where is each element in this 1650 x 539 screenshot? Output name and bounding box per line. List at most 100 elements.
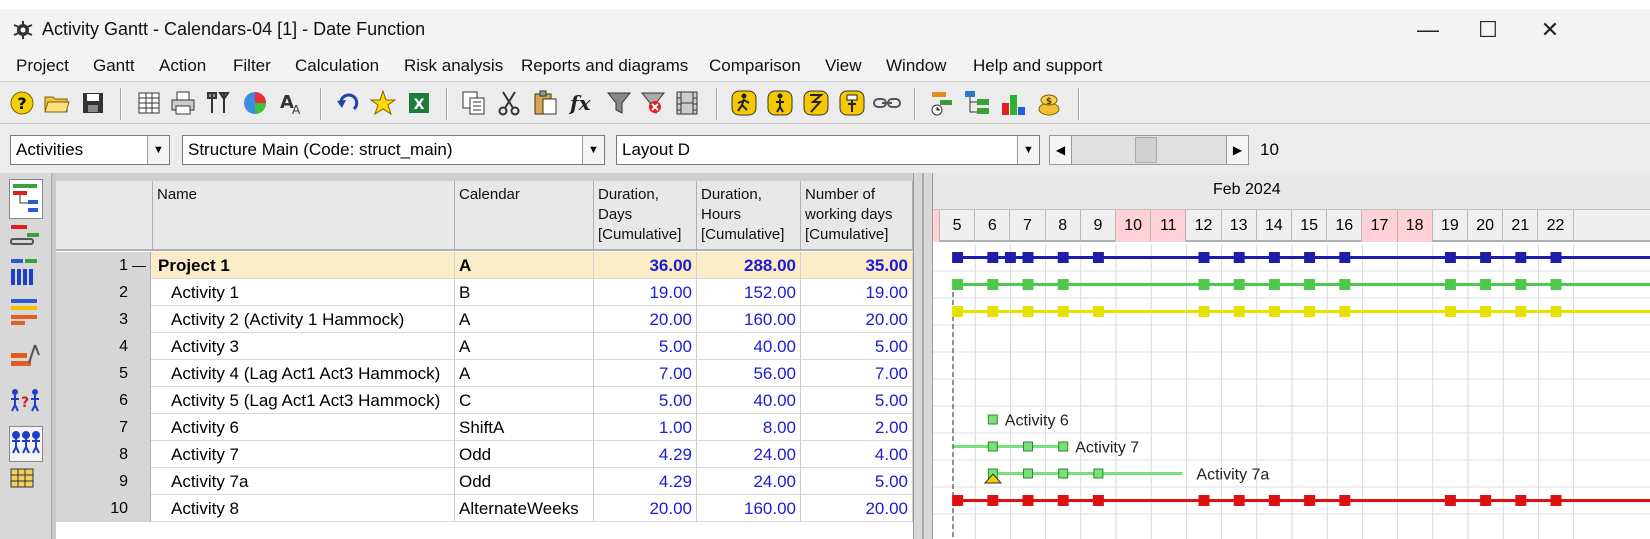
name-header[interactable]: Name <box>153 181 455 251</box>
chart-button[interactable] <box>240 88 270 118</box>
row-number[interactable]: 5 <box>56 360 151 387</box>
calendar-cell[interactable]: A <box>455 333 594 360</box>
close-button[interactable]: ✕ <box>1520 9 1580 51</box>
paste-button[interactable] <box>530 88 560 118</box>
resource-button[interactable] <box>9 257 43 287</box>
calendar-cell[interactable]: B <box>455 279 594 306</box>
duration-hours-cell[interactable]: 8.00 <box>697 414 801 441</box>
duration-days-cell[interactable]: 36.00 <box>594 252 697 279</box>
structure-button[interactable] <box>9 343 43 373</box>
name-cell[interactable]: Activity 7 <box>153 441 455 468</box>
open-button[interactable] <box>42 88 72 118</box>
menu-gantt[interactable]: Gantt <box>93 56 135 76</box>
bar-chart-button[interactable] <box>998 88 1028 118</box>
table-row[interactable]: 8 Activity 7 Odd 4.29 24.00 4.00 <box>56 441 913 468</box>
working-days-cell[interactable]: 4.00 <box>801 441 913 468</box>
working-days-cell[interactable]: 19.00 <box>801 279 913 306</box>
collapse-toggle[interactable]: — <box>132 252 146 279</box>
duration-days-cell[interactable]: 1.00 <box>594 414 697 441</box>
slider-thumb[interactable] <box>1134 137 1157 163</box>
duration-hours-cell[interactable]: 40.00 <box>697 387 801 414</box>
row-number[interactable]: 9 <box>56 468 151 495</box>
duration-days-cell[interactable]: 4.29 <box>594 468 697 495</box>
link-button[interactable] <box>872 88 902 118</box>
help-button[interactable]: ? <box>7 88 37 118</box>
menu-reports-and-diagrams[interactable]: Reports and diagrams <box>521 56 688 76</box>
name-cell[interactable]: Activity 1 <box>153 279 455 306</box>
walk-button[interactable] <box>729 88 759 118</box>
undo-button[interactable] <box>333 88 363 118</box>
layout-select[interactable]: Layout D ▼ <box>616 135 1040 165</box>
calendar-cell[interactable]: AlternateWeeks <box>455 495 594 522</box>
menu-action[interactable]: Action <box>159 56 206 76</box>
duration-days-cell[interactable]: 20.00 <box>594 306 697 333</box>
duration-hours-cell[interactable]: 24.00 <box>697 468 801 495</box>
calendar-header[interactable]: Calendar <box>455 181 594 251</box>
grid-button[interactable] <box>9 467 43 497</box>
name-cell[interactable]: Activity 3 <box>153 333 455 360</box>
slider-right-icon[interactable]: ▶ <box>1226 136 1248 164</box>
name-cell[interactable]: Project 1 <box>153 252 455 279</box>
schedule-button[interactable] <box>927 88 957 118</box>
name-cell[interactable]: Activity 5 (Lag Act1 Act3 Hammock) <box>153 387 455 414</box>
maximize-button[interactable]: ☐ <box>1458 9 1518 51</box>
table-row[interactable]: 10 Activity 8 AlternateWeeks 20.00 160.00 20.… <box>56 495 913 522</box>
menu-help-and-support[interactable]: Help and support <box>973 56 1102 76</box>
duration-hours-cell[interactable]: 56.00 <box>697 360 801 387</box>
menu-project[interactable]: Project <box>16 56 69 76</box>
save-button[interactable] <box>78 88 108 118</box>
working-days-cell[interactable]: 20.00 <box>801 495 913 522</box>
name-cell[interactable]: Activity 7a <box>153 468 455 495</box>
duration-hours-cell[interactable]: 288.00 <box>697 252 801 279</box>
working-days-cell[interactable]: 7.00 <box>801 360 913 387</box>
working-days-cell[interactable]: 5.00 <box>801 387 913 414</box>
view-select[interactable]: Activities ▼ <box>10 135 170 165</box>
calendar-cell[interactable]: Odd <box>455 441 594 468</box>
menu-risk-analysis[interactable]: Risk analysis <box>404 56 503 76</box>
table-row[interactable]: 7 Activity 6 ShiftA 1.00 8.00 2.00 <box>56 414 913 441</box>
name-cell[interactable]: Activity 8 <box>153 495 455 522</box>
pane-splitter[interactable] <box>913 173 933 539</box>
person-question-button[interactable]: ? <box>9 387 43 417</box>
person-bolt-button[interactable] <box>801 88 831 118</box>
clear-filter-button[interactable] <box>638 88 668 118</box>
network-button[interactable] <box>9 221 43 251</box>
team-button[interactable] <box>9 426 43 462</box>
row-number[interactable]: 4 <box>56 333 151 360</box>
tools-button[interactable] <box>204 88 234 118</box>
menu-view[interactable]: View <box>825 56 862 76</box>
duration-hours-cell[interactable]: 40.00 <box>697 333 801 360</box>
table-row[interactable]: 4 Activity 3 A 5.00 40.00 5.00 <box>56 333 913 360</box>
filter-button[interactable] <box>604 88 634 118</box>
row-number[interactable]: 10 <box>56 495 151 522</box>
zoom-slider[interactable]: ◀ ▶ <box>1049 135 1249 165</box>
duration-hours-header[interactable]: Duration, Hours [Cumulative] <box>697 181 801 251</box>
duration-days-cell[interactable]: 5.00 <box>594 333 697 360</box>
minimize-button[interactable]: — <box>1398 9 1458 51</box>
duration-hours-cell[interactable]: 152.00 <box>697 279 801 306</box>
film-button[interactable] <box>672 88 702 118</box>
duration-hours-cell[interactable]: 160.00 <box>697 495 801 522</box>
calendar-cell[interactable]: A <box>455 252 594 279</box>
working-days-cell[interactable]: 5.00 <box>801 333 913 360</box>
duration-days-cell[interactable]: 4.29 <box>594 441 697 468</box>
calendar-cell[interactable]: C <box>455 387 594 414</box>
copy-button[interactable] <box>459 88 489 118</box>
row-number[interactable]: 2 <box>56 279 151 306</box>
duration-days-cell[interactable]: 7.00 <box>594 360 697 387</box>
table-row[interactable]: 6 Activity 5 (Lag Act1 Act3 Hammock) C 5.00… <box>56 387 913 414</box>
duration-hours-cell[interactable]: 160.00 <box>697 306 801 333</box>
tree-button[interactable] <box>962 88 992 118</box>
calendar-cell[interactable]: Odd <box>455 468 594 495</box>
name-cell[interactable]: Activity 4 (Lag Act1 Act3 Hammock) <box>153 360 455 387</box>
people-button[interactable] <box>9 297 43 327</box>
row-number[interactable]: 7 <box>56 414 151 441</box>
table-row[interactable]: 1— Project 1 A 36.00 288.00 35.00 <box>56 252 913 279</box>
row-number[interactable]: 8 <box>56 441 151 468</box>
working-days-cell[interactable]: 35.00 <box>801 252 913 279</box>
table-row[interactable]: 3 Activity 2 (Activity 1 Hammock) A 20.00 16… <box>56 306 913 333</box>
person-flag-button[interactable] <box>837 88 867 118</box>
calendar-cell[interactable]: A <box>455 360 594 387</box>
menu-window[interactable]: Window <box>886 56 946 76</box>
print-button[interactable] <box>168 88 198 118</box>
